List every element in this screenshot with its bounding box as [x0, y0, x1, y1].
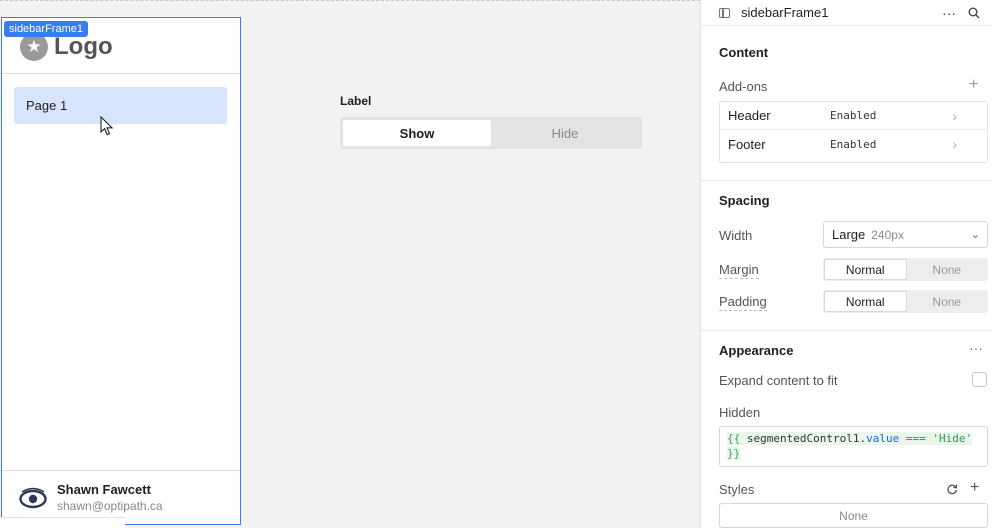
code-op: === — [905, 432, 926, 445]
width-subvalue: 240px — [871, 227, 904, 242]
user-name: Shawn Fawcett — [57, 482, 151, 497]
width-select[interactable]: Large 240px ⌄ — [823, 221, 988, 248]
canvas-ruler — [0, 0, 700, 4]
user-profile[interactable]: Shawn Fawcett shawn@optipath.ca — [2, 470, 240, 524]
refresh-icon[interactable] — [946, 483, 958, 495]
code-str: 'Hide' — [932, 432, 973, 445]
chevron-right-icon: › — [952, 136, 957, 152]
width-label: Width — [719, 228, 753, 243]
code-prop: value — [866, 432, 900, 445]
mouse-cursor-icon — [100, 116, 114, 136]
add-style-icon[interactable]: + — [970, 479, 979, 497]
styles-value[interactable]: None — [719, 503, 988, 528]
bottom-strip — [0, 517, 125, 528]
more-icon[interactable]: ··· — [942, 5, 956, 21]
addon-value: Enabled — [830, 137, 877, 151]
margin-none-option[interactable]: None — [907, 259, 988, 280]
addon-footer-row[interactable]: Footer Enabled › — [720, 130, 987, 158]
code-open: {{ — [727, 432, 741, 445]
add-addon-icon[interactable]: + — [969, 76, 978, 94]
addon-header-row[interactable]: Header Enabled › — [720, 102, 987, 130]
appearance-title: Appearance — [719, 343, 794, 358]
user-info: Shawn Fawcett shawn@optipath.ca — [57, 482, 163, 513]
inspector-panel: sidebarFrame1 ··· Content Add-ons + Head… — [700, 0, 992, 528]
content-title: Content — [719, 45, 769, 60]
padding-toggle[interactable]: Normal None — [823, 290, 988, 313]
expand-label: Expand content to fit — [719, 373, 838, 388]
more-icon[interactable]: ··· — [969, 340, 983, 356]
hidden-label: Hidden — [719, 405, 761, 420]
chevron-down-icon: ⌄ — [970, 229, 980, 241]
user-email: shawn@optipath.ca — [57, 499, 163, 513]
addon-name: Header — [728, 108, 771, 123]
padding-normal-option[interactable]: Normal — [824, 291, 907, 312]
inspector-header: sidebarFrame1 ··· — [701, 0, 992, 26]
inspector-title[interactable]: sidebarFrame1 — [741, 5, 930, 20]
width-value: Large — [832, 227, 866, 242]
padding-none-option[interactable]: None — [907, 291, 988, 312]
code-close: }} — [727, 447, 741, 460]
addon-value: Enabled — [830, 109, 877, 122]
styles-label: Styles — [719, 482, 755, 497]
margin-toggle[interactable]: Normal None — [823, 258, 988, 281]
frame-badge[interactable]: sidebarFrame1 — [4, 21, 88, 37]
canvas[interactable]: sidebarFrame1 ★ Logo Page 1 Shawn Fawcet… — [0, 0, 700, 528]
addons-label: Add-ons — [719, 79, 768, 94]
segment-show[interactable]: Show — [343, 120, 491, 146]
segmented-control-label: Label — [340, 94, 372, 108]
chevron-right-icon: › — [952, 107, 957, 124]
hidden-code-editor[interactable]: {{ segmentedControl1.value === 'Hide'}} — [719, 426, 988, 467]
search-icon[interactable] — [968, 7, 980, 19]
segmented-control[interactable]: Show Hide — [340, 117, 642, 149]
code-ident: segmentedControl1 — [746, 432, 860, 445]
sidebar-item-page-1[interactable]: Page 1 — [14, 87, 227, 124]
sidebar-frame[interactable]: ★ Logo Page 1 Shawn Fawcett shawn@optipa… — [1, 17, 241, 525]
addons-list: Header Enabled › Footer Enabled › — [719, 101, 988, 163]
eye-logo-icon — [19, 487, 47, 508]
margin-normal-option[interactable]: Normal — [824, 259, 907, 280]
padding-label: Padding — [719, 294, 767, 311]
expand-checkbox[interactable] — [972, 372, 987, 387]
addon-name: Footer — [728, 136, 766, 152]
segment-hide[interactable]: Hide — [491, 120, 639, 146]
margin-label: Margin — [719, 262, 759, 279]
sidebar-panel-icon — [719, 7, 730, 18]
spacing-title: Spacing — [719, 193, 770, 208]
